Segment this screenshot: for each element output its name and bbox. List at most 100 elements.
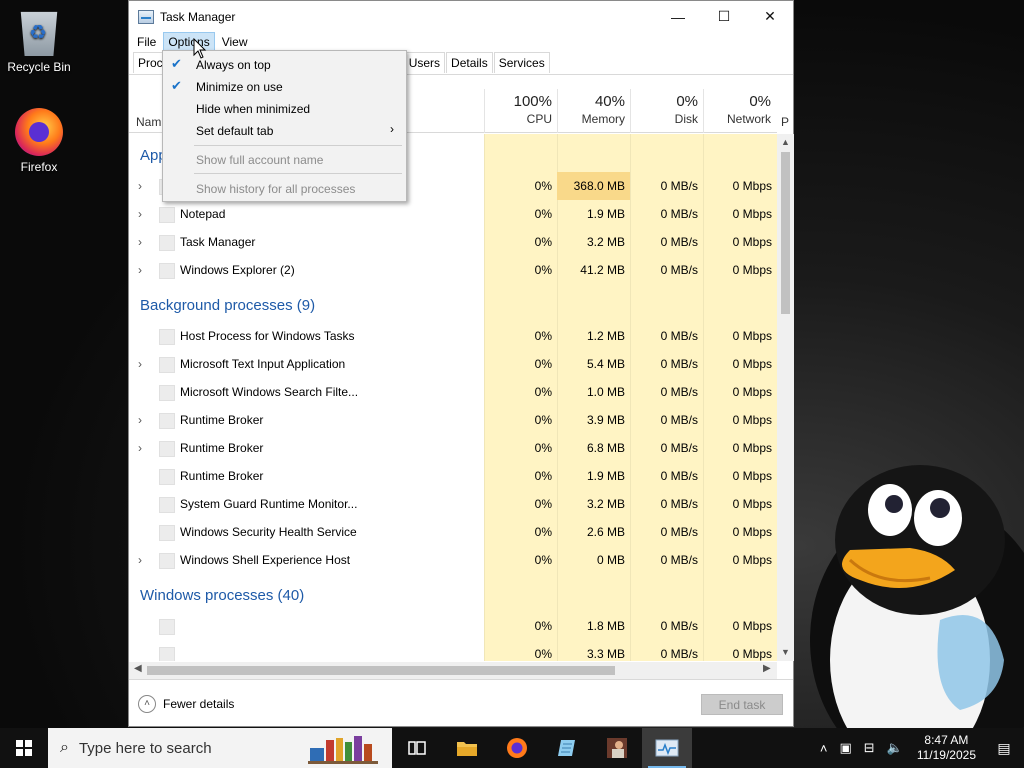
cell-cpu: 0% xyxy=(534,413,552,427)
menu-view[interactable]: View xyxy=(218,33,252,51)
taskbar-task-manager[interactable] xyxy=(642,728,692,768)
table-row[interactable]: › Microsoft Text Input Application 0% 5.4 M… xyxy=(129,350,777,378)
cell-memory: 1.8 MB xyxy=(586,619,625,633)
process-icon xyxy=(159,413,175,429)
volume-muted-icon[interactable]: 🔈 xyxy=(887,740,903,756)
cell-memory: 0 MB xyxy=(596,553,625,567)
table-row[interactable]: Host Process for Windows Tasks 0% 1.2 MB 0 … xyxy=(129,322,777,350)
chevron-up-icon[interactable]: ˄ xyxy=(138,694,156,713)
table-row[interactable]: Windows Security Health Service 0% 2.6 MB 0… xyxy=(129,518,777,546)
scroll-left-icon[interactable]: ◀ xyxy=(134,663,142,674)
desktop-icon-recycle-bin[interactable]: Recycle Bin xyxy=(1,8,77,74)
table-row[interactable]: › Notepad 0% 1.9 MB 0 MB/s 0 Mbps xyxy=(129,200,777,228)
notification-center-icon[interactable]: ▤ xyxy=(984,728,1024,768)
column-header-network[interactable]: 0% Network xyxy=(703,89,776,133)
cell-disk: 0 MB/s xyxy=(660,525,698,539)
table-row[interactable]: › Runtime Broker 0% 3.9 MB 0 MB/s 0 Mbps xyxy=(129,406,777,434)
process-icon xyxy=(159,619,175,635)
taskbar-notepad[interactable] xyxy=(542,728,592,768)
meet-now-icon[interactable]: ▣ xyxy=(839,740,851,756)
cell-disk: 0 MB/s xyxy=(660,357,698,371)
start-button[interactable] xyxy=(0,728,48,768)
cpu-label: CPU xyxy=(526,112,552,126)
cell-disk: 0 MB/s xyxy=(660,413,698,427)
table-row[interactable]: Runtime Broker 0% 1.9 MB 0 MB/s 0 Mbps xyxy=(129,462,777,490)
menu-item-minimize-on-use[interactable]: ✔ Minimize on use xyxy=(163,75,406,97)
desktop-icon-firefox[interactable]: Firefox xyxy=(1,108,77,174)
expand-chevron-icon[interactable]: › xyxy=(138,263,142,277)
taskbar-image-app[interactable] xyxy=(592,728,642,768)
process-list: App Background processes (9) Windows pro… xyxy=(129,134,777,661)
expand-chevron-icon[interactable]: › xyxy=(138,207,142,221)
window-title: Task Manager xyxy=(160,9,236,24)
clock-time: 8:47 AM xyxy=(924,733,969,747)
table-row[interactable]: 0% 3.3 MB 0 MB/s 0 Mbps xyxy=(129,640,777,661)
checkmark-icon: ✔ xyxy=(171,78,182,93)
scroll-down-icon[interactable]: ▼ xyxy=(781,647,790,657)
cell-disk: 0 MB/s xyxy=(660,329,698,343)
vertical-scroll-thumb[interactable] xyxy=(781,152,790,314)
column-header-name[interactable]: Nam xyxy=(136,115,161,129)
process-icon xyxy=(159,553,175,569)
vertical-scrollbar[interactable]: ▲ ▼ xyxy=(777,134,794,661)
tab-users[interactable]: Users xyxy=(403,52,446,73)
group-header-background[interactable]: Background processes (9) xyxy=(140,297,315,314)
column-header-cpu[interactable]: 100% CPU xyxy=(484,89,557,133)
table-row[interactable]: › Windows Shell Experience Host 0% 0 MB 0 MB… xyxy=(129,546,777,574)
cell-network: 0 Mbps xyxy=(732,235,772,249)
close-button[interactable]: ✕ xyxy=(747,1,793,32)
taskbar-firefox[interactable] xyxy=(492,728,542,768)
cell-memory: 5.4 MB xyxy=(586,357,625,371)
table-row[interactable]: › Task Manager 0% 3.2 MB 0 MB/s 0 Mbps xyxy=(129,228,777,256)
expand-chevron-icon[interactable]: › xyxy=(138,179,142,193)
taskbar-file-explorer[interactable] xyxy=(442,728,492,768)
expand-chevron-icon[interactable]: › xyxy=(138,413,142,427)
taskbar-task-view[interactable] xyxy=(392,728,442,768)
process-name: Microsoft Windows Search Filte... xyxy=(180,385,359,399)
table-row[interactable]: 0% 1.8 MB 0 MB/s 0 Mbps xyxy=(129,612,777,640)
horizontal-scroll-thumb[interactable] xyxy=(147,666,615,675)
chevron-up-icon[interactable]: ˄ xyxy=(820,741,828,756)
cell-network: 0 Mbps xyxy=(732,441,772,455)
table-row[interactable]: System Guard Runtime Monitor... 0% 3.2 MB 0… xyxy=(129,490,777,518)
folder-icon xyxy=(457,742,477,756)
tab-details[interactable]: Details xyxy=(446,52,493,73)
taskbar-search-box[interactable]: ⌕ Type here to search xyxy=(48,728,392,768)
column-header-disk[interactable]: 0% Disk xyxy=(630,89,703,133)
cell-memory: 3.3 MB xyxy=(586,647,625,661)
scroll-up-icon[interactable]: ▲ xyxy=(781,137,790,147)
search-icon: ⌕ xyxy=(60,739,69,756)
search-highlight-art-icon xyxy=(308,736,378,764)
cell-network: 0 Mbps xyxy=(732,619,772,633)
expand-chevron-icon[interactable]: › xyxy=(138,357,142,371)
menu-file[interactable]: File xyxy=(133,33,160,51)
expand-chevron-icon[interactable]: › xyxy=(138,553,142,567)
maximize-button[interactable]: ☐ xyxy=(701,1,747,32)
network-icon[interactable]: ⊟ xyxy=(864,740,875,756)
menu-item-label: Set default tab xyxy=(196,124,274,138)
title-bar[interactable]: Task Manager — ☐ ✕ xyxy=(129,1,793,32)
cell-memory: 41.2 MB xyxy=(580,263,625,277)
taskbar-clock[interactable]: 8:47 AM 11/19/2025 xyxy=(917,733,976,763)
fewer-details-link[interactable]: Fewer details xyxy=(163,697,234,711)
task-manager-icon xyxy=(655,739,679,757)
minimize-button[interactable]: — xyxy=(655,1,701,32)
cell-cpu: 0% xyxy=(534,385,552,399)
table-row[interactable]: Microsoft Windows Search Filte... 0% 1.0 M… xyxy=(129,378,777,406)
cell-cpu: 0% xyxy=(534,357,552,371)
table-row[interactable]: › Runtime Broker 0% 6.8 MB 0 MB/s 0 Mbps xyxy=(129,434,777,462)
tab-services[interactable]: Services xyxy=(493,52,550,73)
expand-chevron-icon[interactable]: › xyxy=(138,441,142,455)
group-header-windows[interactable]: Windows processes (40) xyxy=(140,587,304,604)
scroll-right-icon[interactable]: ▶ xyxy=(763,663,771,674)
end-task-button[interactable]: End task xyxy=(701,694,783,715)
table-row[interactable]: › Windows Explorer (2) 0% 41.2 MB 0 MB/s 0 Mb… xyxy=(129,256,777,284)
menu-item-hide-when-minimized[interactable]: Hide when minimized xyxy=(163,97,406,119)
column-header-power[interactable]: P xyxy=(781,115,789,129)
expand-chevron-icon[interactable]: › xyxy=(138,235,142,249)
horizontal-scrollbar[interactable]: ◀ ▶ xyxy=(129,662,777,679)
picture-app-icon xyxy=(607,738,627,758)
menu-item-set-default-tab[interactable]: Set default tab › xyxy=(163,119,406,141)
process-icon xyxy=(159,469,175,485)
column-header-memory[interactable]: 40% Memory xyxy=(557,89,630,133)
